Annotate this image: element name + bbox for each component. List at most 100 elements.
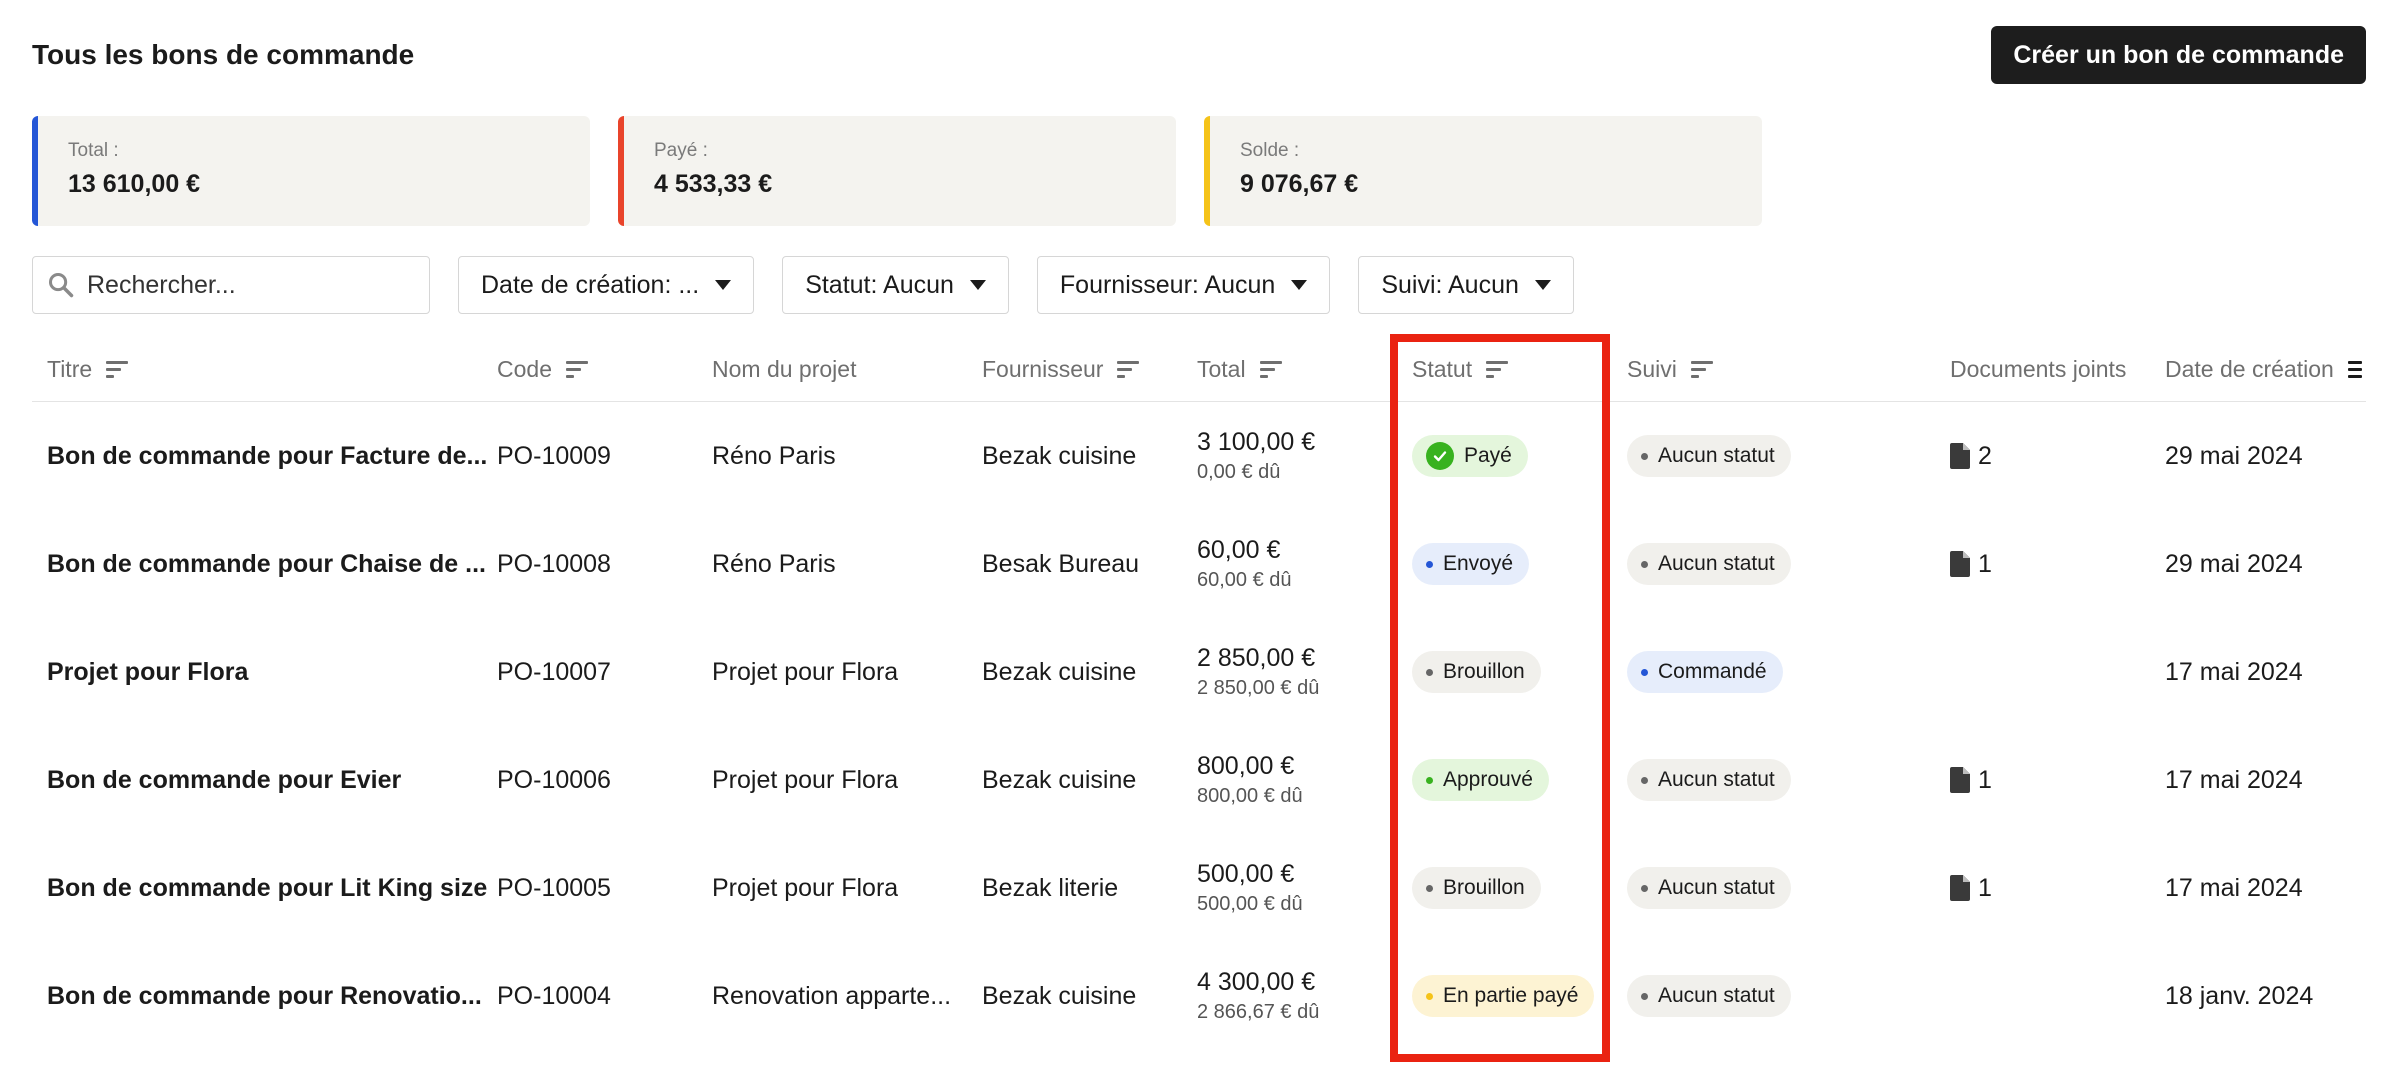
status-badge[interactable]: Brouillon	[1412, 651, 1541, 693]
document-icon	[1950, 767, 1970, 793]
column-header-label: Code	[497, 355, 552, 382]
tracking-badge[interactable]: Aucun statut	[1627, 543, 1791, 585]
tracking-badge[interactable]: Aucun statut	[1627, 975, 1791, 1017]
cell-title[interactable]: Bon de commande pour Chaise de ...	[47, 510, 487, 618]
column-header-status[interactable]: Statut	[1412, 336, 1509, 402]
document-icon	[1950, 443, 1970, 469]
cell-tracking: Commandé	[1627, 618, 1783, 726]
column-header-project: Nom du projet	[712, 336, 856, 402]
cell-documents[interactable]: 1	[1950, 834, 1992, 942]
cell-created: 17 mai 2024	[2165, 657, 2303, 686]
cell-total: 500,00 € 500,00 € dû	[1197, 834, 1303, 942]
status-dot-icon	[1641, 560, 1648, 568]
supplier-filter-label: Fournisseur: Aucun	[1059, 270, 1276, 299]
document-icon	[1950, 551, 1970, 577]
column-header-title[interactable]: Titre	[47, 336, 129, 402]
column-header-code[interactable]: Code	[497, 336, 588, 402]
status-badge[interactable]: Envoyé	[1412, 543, 1530, 585]
cell-documents[interactable]: 2	[1950, 402, 1992, 510]
cell-documents[interactable]: 1	[1950, 726, 1992, 834]
column-header-created[interactable]: Date de création	[2165, 336, 2362, 402]
status-dot-icon	[1426, 884, 1433, 892]
cell-supplier: Bezak cuisine	[982, 765, 1137, 794]
tracking-badge[interactable]: Aucun statut	[1627, 759, 1791, 801]
column-header-supplier[interactable]: Fournisseur	[982, 336, 1140, 402]
cell-created: 29 mai 2024	[2165, 441, 2303, 470]
column-header-tracking[interactable]: Suivi	[1627, 336, 1713, 402]
column-header-label: Titre	[47, 355, 93, 382]
column-header-label: Total	[1197, 355, 1246, 382]
summary-balance-card: Solde : 9 076,67 €	[1204, 116, 1762, 226]
table-row[interactable]: Bon de commande pour Evier PO-10006 Proj…	[32, 726, 2366, 834]
status-badge[interactable]: Brouillon	[1412, 867, 1541, 909]
amount-due: 2 866,67 € dû	[1197, 1001, 1320, 1023]
cell-title[interactable]: Bon de commande pour Lit King size	[47, 834, 487, 942]
table-row[interactable]: Projet pour Flora PO-10007 Projet pour F…	[32, 618, 2366, 726]
cell-title[interactable]: Bon de commande pour Facture de...	[47, 402, 487, 510]
status-filter-label: Statut: Aucun	[805, 270, 954, 299]
summary-total-label: Total :	[68, 140, 119, 161]
supplier-filter-dropdown[interactable]: Fournisseur: Aucun	[1036, 256, 1331, 314]
total-amount: 3 100,00 €	[1197, 428, 1316, 456]
search-input[interactable]	[87, 270, 407, 300]
cell-title[interactable]: Bon de commande pour Evier	[47, 726, 487, 834]
summary-paid-label: Payé :	[654, 140, 708, 161]
status-filter-dropdown[interactable]: Statut: Aucun	[782, 256, 1009, 314]
cell-code: PO-10008	[497, 549, 611, 578]
page-title: Tous les bons de commande	[32, 39, 415, 70]
table-row[interactable]: Bon de commande pour Chaise de ... PO-10…	[32, 510, 2366, 618]
tracking-badge[interactable]: Aucun statut	[1627, 435, 1791, 477]
status-badge-label: Approuvé	[1443, 768, 1533, 791]
amount-due: 2 850,00 € dû	[1197, 677, 1320, 699]
tracking-badge-label: Commandé	[1658, 660, 1767, 683]
status-badge-label: En partie payé	[1443, 984, 1579, 1007]
cell-documents[interactable]: 1	[1950, 510, 1992, 618]
chevron-down-icon	[715, 280, 732, 290]
purchase-orders-table: Titre Code Nom du projet Fournisseur Tot…	[32, 336, 2366, 1050]
cell-title[interactable]: Projet pour Flora	[47, 618, 487, 726]
cell-project: Renovation apparte...	[712, 981, 952, 1010]
sort-icon[interactable]	[1690, 360, 1713, 378]
page-header: Tous les bons de commande Créer un bon d…	[32, 24, 2366, 86]
table-row[interactable]: Bon de commande pour Renovatio... PO-100…	[32, 942, 2366, 1050]
sort-icon[interactable]	[1259, 360, 1282, 378]
status-badge[interactable]: Approuvé	[1412, 759, 1549, 801]
status-badge-label: Envoyé	[1443, 552, 1514, 575]
sort-active-icon[interactable]	[2347, 360, 2362, 378]
tracking-badge-label: Aucun statut	[1658, 552, 1775, 575]
tracking-badge[interactable]: Commandé	[1627, 651, 1783, 693]
document-count: 1	[1978, 549, 1992, 578]
chevron-down-icon	[969, 280, 986, 290]
sort-icon[interactable]	[1486, 360, 1509, 378]
tracking-badge[interactable]: Aucun statut	[1627, 867, 1791, 909]
filter-bar: Date de création: ... Statut: Aucun Four…	[32, 256, 1574, 314]
column-header-label: Suivi	[1627, 355, 1677, 382]
tracking-filter-dropdown[interactable]: Suivi: Aucun	[1358, 256, 1574, 314]
cell-total: 4 300,00 € 2 866,67 € dû	[1197, 942, 1319, 1050]
sort-icon[interactable]	[565, 360, 588, 378]
table-header: Titre Code Nom du projet Fournisseur Tot…	[32, 336, 2366, 402]
sort-icon[interactable]	[1117, 360, 1140, 378]
sort-icon[interactable]	[106, 360, 129, 378]
column-header-total[interactable]: Total	[1197, 336, 1282, 402]
search-box[interactable]	[32, 256, 430, 314]
total-amount: 60,00 €	[1197, 536, 1281, 564]
cell-created: 18 janv. 2024	[2165, 981, 2314, 1010]
total-amount: 2 850,00 €	[1197, 644, 1316, 672]
date-filter-label: Date de création: ...	[481, 270, 700, 299]
status-badge[interactable]: Payé	[1412, 435, 1528, 477]
cell-code: PO-10006	[497, 765, 611, 794]
total-amount: 800,00 €	[1197, 752, 1295, 780]
cell-title[interactable]: Bon de commande pour Renovatio...	[47, 942, 487, 1050]
cell-supplier: Bezak cuisine	[982, 441, 1137, 470]
status-badge[interactable]: En partie payé	[1412, 975, 1595, 1017]
status-dot-icon	[1426, 668, 1433, 676]
cell-status: En partie payé	[1412, 942, 1595, 1050]
cell-total: 3 100,00 € 0,00 € dû	[1197, 402, 1315, 510]
summary-total-card: Total : 13 610,00 €	[32, 116, 590, 226]
table-row[interactable]: Bon de commande pour Facture de... PO-10…	[32, 402, 2366, 510]
table-row[interactable]: Bon de commande pour Lit King size PO-10…	[32, 834, 2366, 942]
date-filter-dropdown[interactable]: Date de création: ...	[458, 256, 755, 314]
create-purchase-order-button[interactable]: Créer un bon de commande	[1991, 26, 2366, 84]
cell-tracking: Aucun statut	[1627, 942, 1791, 1050]
